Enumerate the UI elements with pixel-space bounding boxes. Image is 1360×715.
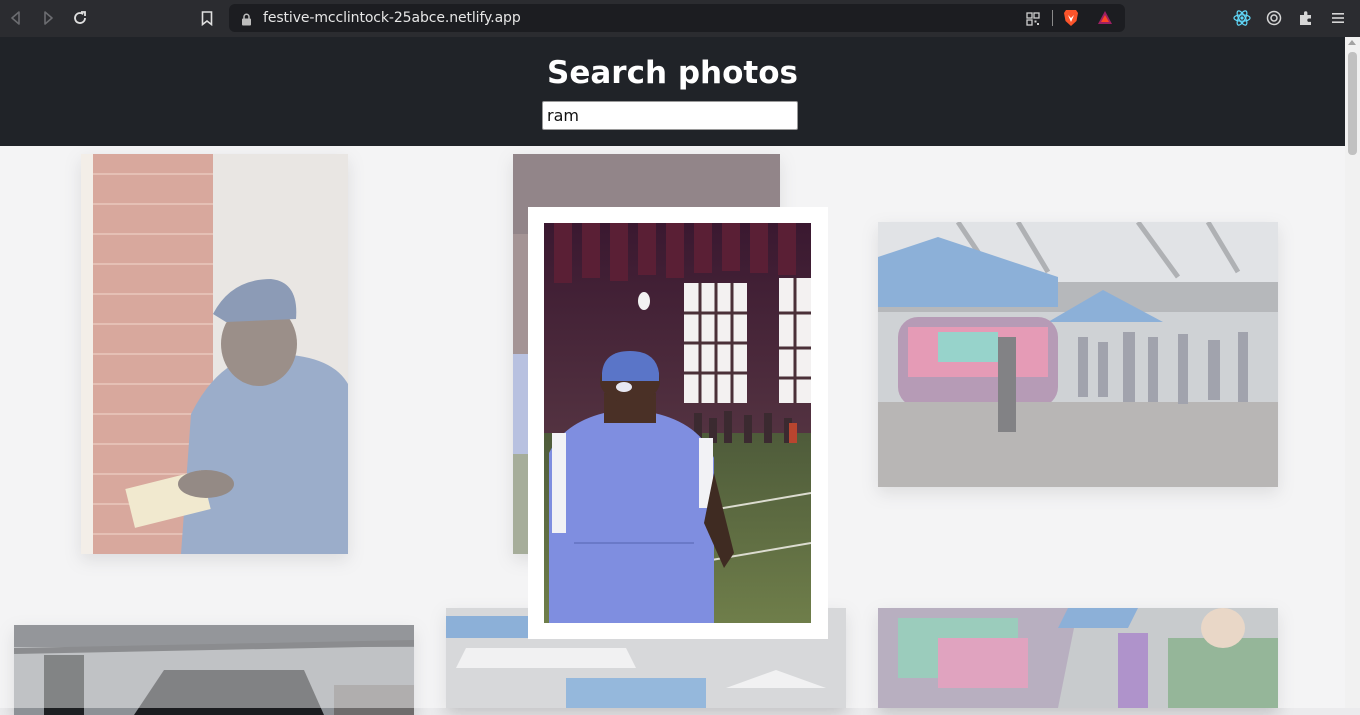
brave-shields-icon[interactable]: [1063, 9, 1079, 31]
url-divider: [1052, 10, 1053, 26]
photo-coach-writing[interactable]: [81, 154, 348, 554]
photo-modal[interactable]: [528, 207, 828, 639]
search-input[interactable]: [542, 101, 798, 130]
address-bar[interactable]: festive-mcclintock-25abce.netlify.app: [229, 4, 1125, 32]
scroll-up-arrow-icon[interactable]: [1348, 40, 1356, 45]
page-title: Search photos: [547, 55, 798, 91]
wallet-icon[interactable]: [1265, 9, 1283, 27]
back-icon[interactable]: [7, 9, 25, 27]
lock-icon[interactable]: [241, 11, 252, 30]
forward-icon[interactable]: [39, 9, 57, 27]
page-header: Search photos: [0, 37, 1345, 146]
reload-icon[interactable]: [71, 9, 89, 27]
url-text[interactable]: festive-mcclintock-25abce.netlify.app: [263, 10, 521, 26]
brave-rewards-icon[interactable]: [1097, 10, 1113, 29]
page-scrollbar[interactable]: [1345, 37, 1360, 708]
photo-painted-car-event[interactable]: [878, 222, 1278, 487]
browser-toolbar: festive-mcclintock-25abce.netlify.app: [0, 0, 1360, 37]
photo-ram-truck[interactable]: [14, 625, 414, 715]
menu-icon[interactable]: [1329, 9, 1347, 27]
modal-photo-coach-back: [544, 223, 811, 623]
photo-painted-car-crowd[interactable]: [878, 608, 1278, 708]
react-devtools-icon[interactable]: [1233, 9, 1251, 27]
extensions-icon[interactable]: [1297, 9, 1315, 27]
scrollbar-thumb[interactable]: [1348, 52, 1357, 155]
qr-code-icon[interactable]: [1026, 11, 1040, 30]
bookmark-icon[interactable]: [198, 9, 216, 27]
